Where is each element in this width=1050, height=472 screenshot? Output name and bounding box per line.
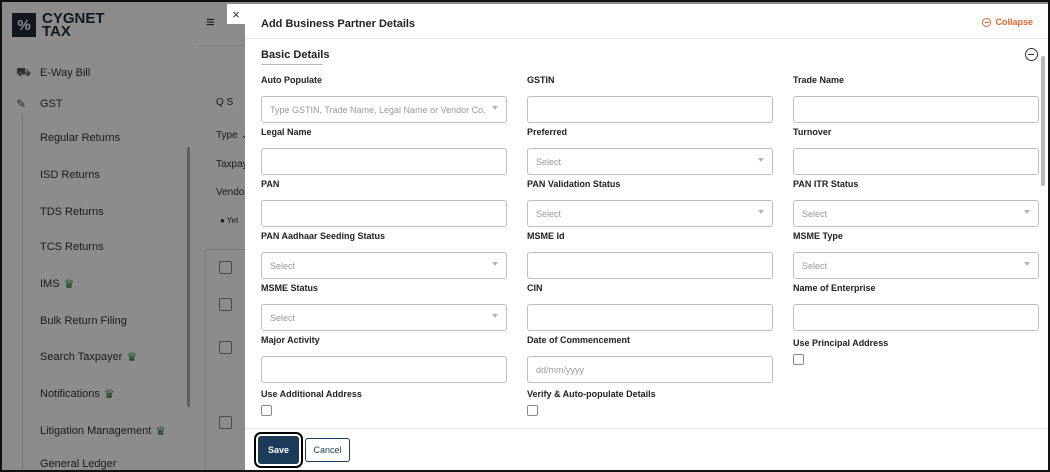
- verify-auto-populate-field: Verify & Auto-populate Details: [527, 389, 773, 416]
- field-label: Major Activity: [261, 335, 320, 345]
- chevron-down-icon: [492, 106, 498, 110]
- field-label: Name of Enterprise: [793, 283, 876, 293]
- cin-field: CIN: [527, 283, 773, 331]
- preferred-field: Preferred Select: [527, 127, 773, 175]
- field-label: Use Principal Address: [793, 338, 889, 348]
- msme-status-select[interactable]: Select: [261, 304, 507, 331]
- close-icon[interactable]: ×: [227, 4, 245, 24]
- chevron-down-icon: [492, 262, 498, 266]
- field-label: MSME Id: [527, 231, 565, 241]
- chevron-down-icon: [758, 158, 764, 162]
- chevron-down-icon: [492, 314, 498, 318]
- pan-itr-status-select[interactable]: Select: [793, 200, 1039, 227]
- gstin-field: GSTIN: [527, 75, 773, 123]
- field-label: PAN: [261, 179, 280, 189]
- field-label: PAN Aadhaar Seeding Status: [261, 231, 386, 241]
- header-divider: [245, 38, 1048, 39]
- field-label: Auto Populate: [261, 75, 322, 85]
- field-label: GSTIN: [527, 75, 555, 85]
- field-label: Trade Name: [793, 75, 845, 85]
- trade-name-field: Trade Name: [793, 75, 1039, 123]
- section-title: Basic Details: [261, 49, 330, 61]
- field-label: Verify & Auto-populate Details: [527, 389, 656, 399]
- name-of-enterprise-field: Name of Enterprise: [793, 283, 1039, 331]
- msme-status-field: MSME Status Select: [261, 283, 507, 331]
- select-placeholder: Select: [270, 261, 296, 271]
- major-activity-input[interactable]: [261, 356, 507, 383]
- save-button[interactable]: Save: [254, 432, 303, 468]
- field-label: Use Additional Address: [261, 389, 362, 399]
- turnover-input[interactable]: [793, 148, 1039, 175]
- chevron-down-icon: [1024, 262, 1030, 266]
- cin-input[interactable]: [527, 304, 773, 331]
- field-label: MSME Type: [793, 231, 843, 241]
- gstin-input[interactable]: [527, 96, 773, 123]
- section-collapse-icon[interactable]: [1025, 48, 1038, 61]
- preferred-select[interactable]: Select: [527, 148, 773, 175]
- pan-field: PAN: [261, 179, 507, 227]
- collapse-button[interactable]: Collapse: [982, 17, 1033, 27]
- use-additional-address-checkbox[interactable]: [261, 405, 272, 416]
- drawer-title: Add Business Partner Details: [261, 18, 416, 30]
- field-label: CIN: [527, 283, 543, 293]
- name-of-enterprise-input[interactable]: [793, 304, 1039, 331]
- select-placeholder: Type GSTIN, Trade Name, Legal Name or Ve…: [270, 105, 485, 115]
- auto-populate-select[interactable]: Type GSTIN, Trade Name, Legal Name or Ve…: [261, 96, 507, 123]
- major-activity-field: Major Activity: [261, 335, 507, 383]
- msme-type-field: MSME Type Select: [793, 231, 1039, 279]
- chevron-down-icon: [1024, 210, 1030, 214]
- add-business-partner-drawer: Add Business Partner Details Collapse Ba…: [245, 4, 1048, 470]
- pan-validation-status-field: PAN Validation Status Select: [527, 179, 773, 227]
- minus-circle-icon: [982, 17, 992, 27]
- field-label: Preferred: [527, 127, 568, 137]
- pan-input[interactable]: [261, 200, 507, 227]
- field-label: Turnover: [793, 127, 832, 137]
- chevron-down-icon: [758, 210, 764, 214]
- verify-auto-populate-checkbox[interactable]: [527, 405, 538, 416]
- pan-aadhaar-seeding-status-select[interactable]: Select: [261, 252, 507, 279]
- pan-aadhaar-seeding-status-field: PAN Aadhaar Seeding Status Select: [261, 231, 507, 279]
- legal-name-field: Legal Name: [261, 127, 507, 175]
- app-window: % CYGNET TAX ⛟ E-Way Bill ✎ GST Regular …: [0, 0, 1050, 472]
- field-label: Date of Commencement: [527, 335, 631, 345]
- select-placeholder: Select: [270, 313, 296, 323]
- select-placeholder: Select: [802, 261, 828, 271]
- drawer-scrollbar[interactable]: [1041, 56, 1045, 186]
- turnover-field: Turnover: [793, 127, 1039, 175]
- msme-id-field: MSME Id: [527, 231, 773, 279]
- auto-populate-field: Auto Populate Type GSTIN, Trade Name, Le…: [261, 75, 507, 123]
- msme-id-input[interactable]: [527, 252, 773, 279]
- pan-itr-status-field: PAN ITR Status Select: [793, 179, 1039, 227]
- cancel-button[interactable]: Cancel: [305, 438, 350, 462]
- collapse-label: Collapse: [995, 17, 1033, 27]
- select-placeholder: Select: [802, 209, 828, 219]
- select-placeholder: Select: [536, 157, 562, 167]
- date-of-commencement-field: Date of Commencement: [527, 335, 773, 383]
- date-of-commencement-input[interactable]: [527, 356, 773, 383]
- use-principal-address-checkbox[interactable]: [793, 354, 804, 365]
- footer-divider: [245, 428, 1048, 429]
- msme-type-select[interactable]: Select: [793, 252, 1039, 279]
- legal-name-input[interactable]: [261, 148, 507, 175]
- field-label: Legal Name: [261, 127, 312, 137]
- trade-name-input[interactable]: [793, 96, 1039, 123]
- field-label: PAN ITR Status: [793, 179, 859, 189]
- field-label: MSME Status: [261, 283, 319, 293]
- use-additional-address-field: Use Additional Address: [261, 389, 507, 416]
- section-underline: [261, 64, 323, 65]
- field-label: PAN Validation Status: [527, 179, 621, 189]
- select-placeholder: Select: [536, 209, 562, 219]
- pan-validation-status-select[interactable]: Select: [527, 200, 773, 227]
- use-principal-address-field: Use Principal Address: [793, 338, 1039, 365]
